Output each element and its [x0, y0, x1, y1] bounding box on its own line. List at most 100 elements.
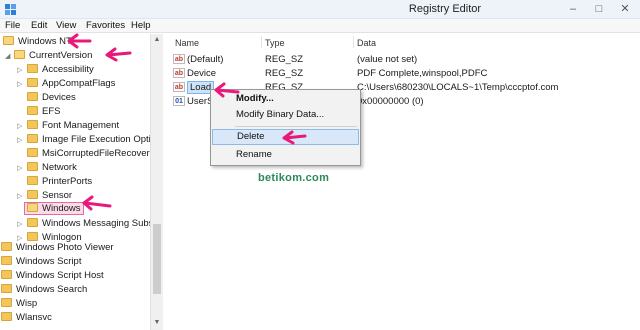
folder-icon — [27, 148, 38, 157]
folder-icon — [27, 120, 38, 129]
folder-icon — [1, 298, 12, 307]
string-value-icon: ab — [173, 82, 185, 93]
value-data: (value not set) — [357, 54, 418, 65]
tree-item-sensor[interactable]: Sensor — [27, 189, 72, 202]
folder-icon — [1, 312, 12, 321]
tree-item-network[interactable]: Network — [27, 161, 77, 174]
tree-item-wisp[interactable]: Wisp — [1, 297, 37, 310]
minimize-button[interactable]: – — [560, 0, 586, 19]
tree-item-label: CurrentVersion — [29, 50, 93, 61]
folder-icon — [27, 162, 38, 171]
value-row[interactable]: 01 UserS — [173, 95, 213, 108]
folder-open-icon — [27, 203, 38, 212]
tree-item-label: Windows Script Host — [16, 270, 104, 281]
collapse-arrow-icon[interactable]: ▷ — [17, 192, 22, 200]
tree-item-label: Network — [42, 162, 77, 173]
tree-item-efs[interactable]: EFS — [27, 105, 60, 118]
collapse-arrow-icon[interactable]: ▷ — [17, 220, 22, 228]
tree-item-label: PrinterPorts — [42, 176, 93, 187]
scroll-up-arrow-icon[interactable]: ▲ — [151, 34, 163, 46]
tree-item-label: Wlansvc — [16, 312, 52, 323]
collapse-arrow-icon[interactable]: ▷ — [17, 66, 22, 74]
tree-item-wlansvc[interactable]: Wlansvc — [1, 311, 52, 324]
value-row[interactable]: ab (Default) — [173, 53, 223, 66]
expand-arrow-icon[interactable]: ◢ — [5, 52, 10, 60]
tree-item-accessibility[interactable]: Accessibility — [27, 63, 94, 76]
folder-icon — [27, 232, 38, 241]
value-type: REG_SZ — [265, 68, 304, 79]
column-header-type[interactable]: Type — [265, 38, 285, 48]
tree-item-windows-script-host[interactable]: Windows Script Host — [1, 269, 104, 282]
menu-edit[interactable]: Edit — [31, 20, 47, 31]
tree-item-appcompatflags[interactable]: AppCompatFlags — [27, 77, 115, 90]
folder-icon — [27, 64, 38, 73]
window-title: Registry Editor — [408, 3, 482, 15]
registry-key-tree[interactable]: Windows NT ◢ CurrentVersion ▷ Accessibil… — [0, 34, 163, 330]
tree-item-windows-photo-viewer[interactable]: Windows Photo Viewer — [1, 241, 114, 254]
registry-values-list[interactable]: Name Type Data ab (Default) REG_SZ (value… — [165, 34, 640, 330]
folder-icon — [27, 106, 38, 115]
menu-favorites[interactable]: Favorites — [86, 20, 125, 31]
menu-item-rename[interactable]: Rename — [212, 147, 359, 163]
tree-item-msicorrupted[interactable]: MsiCorruptedFileRecovery — [27, 147, 154, 160]
tree-item-label: MsiCorruptedFileRecovery — [42, 148, 155, 159]
maximize-button[interactable]: □ — [586, 0, 612, 19]
value-row-selected[interactable]: ab Load — [173, 81, 215, 94]
tree-item-font-management[interactable]: Font Management — [27, 119, 119, 132]
tree-item-label: Font Management — [42, 120, 120, 131]
tree-item-windows[interactable]: Windows — [24, 202, 84, 215]
column-header-name[interactable]: Name — [175, 38, 199, 48]
binary-value-icon: 01 — [173, 96, 185, 107]
column-header-data[interactable]: Data — [357, 38, 376, 48]
tree-item-label: EFS — [42, 106, 61, 117]
tree-scrollbar[interactable]: ▲ ▼ — [150, 34, 163, 330]
tree-item-label: Windows Script — [16, 256, 82, 267]
tree-item-label: Windows Photo Viewer — [16, 242, 114, 253]
folder-icon — [27, 78, 38, 87]
collapse-arrow-icon[interactable]: ▷ — [17, 122, 22, 130]
value-data: PDF Complete,winspool,PDFC — [357, 68, 488, 79]
menu-help[interactable]: Help — [131, 20, 151, 31]
column-divider[interactable] — [353, 36, 354, 48]
context-menu: Modify... Modify Binary Data... Delete R… — [210, 89, 361, 166]
tree-item-label: Windows Search — [16, 284, 88, 295]
menu-view[interactable]: View — [56, 20, 76, 31]
menu-item-delete[interactable]: Delete — [212, 129, 359, 145]
menu-separator — [235, 126, 357, 127]
close-button[interactable]: ✕ — [612, 0, 638, 19]
tree-item-image-file-execution[interactable]: Image File Execution Optio — [27, 133, 156, 146]
scrollbar-thumb[interactable] — [153, 224, 161, 294]
collapse-arrow-icon[interactable]: ▷ — [17, 164, 22, 172]
menu-bar: File Edit View Favorites Help — [0, 19, 640, 33]
column-divider[interactable] — [261, 36, 262, 48]
folder-icon — [27, 176, 38, 185]
value-row[interactable]: ab Device — [173, 67, 216, 80]
tree-item-label: Wisp — [16, 298, 38, 309]
tree-item-currentversion[interactable]: CurrentVersion — [14, 49, 92, 62]
selected-key-highlight: Windows — [24, 202, 84, 215]
folder-icon — [27, 92, 38, 101]
tree-item-windows-messaging[interactable]: Windows Messaging Subsy — [27, 217, 158, 230]
scroll-down-arrow-icon[interactable]: ▼ — [151, 317, 163, 329]
folder-icon — [1, 242, 12, 251]
menu-item-modify-binary[interactable]: Modify Binary Data... — [212, 107, 359, 123]
value-name: (Default) — [187, 54, 224, 65]
folder-icon — [1, 284, 12, 293]
tree-item-printerports[interactable]: PrinterPorts — [27, 175, 92, 188]
tree-item-label: Accessibility — [42, 64, 94, 75]
tree-item-windows-script[interactable]: Windows Script — [1, 255, 81, 268]
value-type: REG_SZ — [265, 54, 304, 65]
menu-item-modify[interactable]: Modify... — [212, 91, 359, 107]
tree-item-label: Windows — [42, 203, 81, 214]
folder-open-icon — [14, 50, 25, 59]
menu-file[interactable]: File — [5, 20, 20, 31]
collapse-arrow-icon[interactable]: ▷ — [17, 80, 22, 88]
tree-item-windows-nt[interactable]: Windows NT — [3, 35, 72, 48]
folder-icon — [27, 218, 38, 227]
folder-icon — [1, 270, 12, 279]
collapse-arrow-icon[interactable]: ▷ — [17, 136, 22, 144]
tree-item-devices[interactable]: Devices — [27, 91, 76, 104]
tree-item-label: AppCompatFlags — [42, 78, 116, 89]
value-data: 0x00000000 (0) — [357, 96, 424, 107]
tree-item-windows-search[interactable]: Windows Search — [1, 283, 87, 296]
